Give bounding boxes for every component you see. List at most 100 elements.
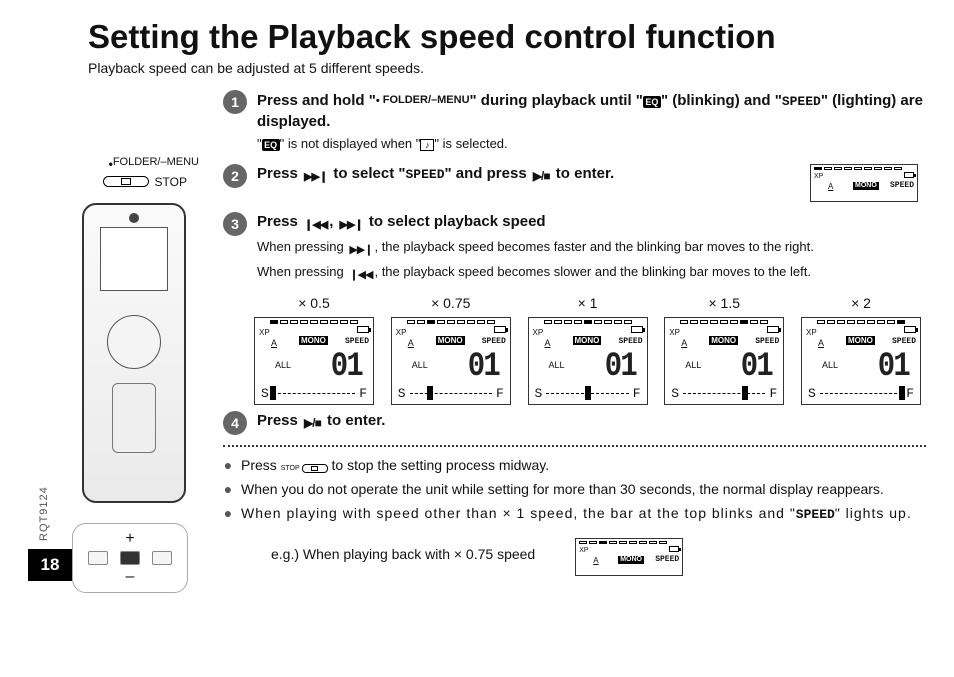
step-4-suffix: to enter. — [323, 412, 386, 429]
lcd-a-label: A — [828, 183, 833, 191]
lcd-a-label: A — [818, 338, 824, 348]
step-2-mid2: " and press — [445, 165, 531, 182]
speed-option-label: × 2 — [796, 295, 926, 311]
manual-page: Setting the Playback speed control funct… — [0, 0, 954, 677]
lcd-mono-label: MONO — [709, 336, 738, 345]
speed-option-lcd: XPMONOSPEEDAALL01SF — [801, 317, 921, 405]
skip-forward-icon — [340, 214, 363, 235]
step-3-number: 3 — [223, 212, 247, 236]
lcd-speed-label: SPEED — [618, 337, 642, 346]
note-1-prefix: Press — [241, 457, 281, 473]
lcd-speed-label: SPEED — [755, 337, 779, 346]
page-number: 18 — [28, 549, 72, 581]
speed-icon: SPEED — [782, 94, 821, 109]
skip-forward-icon — [304, 166, 327, 187]
device-stop-label: STOP — [155, 175, 187, 189]
music-folder-icon — [420, 139, 434, 151]
controls-illustration: + – — [72, 523, 188, 593]
speed-option-label: × 1.5 — [659, 295, 789, 311]
speed-option-label: × 0.75 — [386, 295, 516, 311]
lcd-a-label: A — [545, 338, 551, 348]
speed-option-lcd: XPMONOSPEEDAALL01SF — [254, 317, 374, 405]
lcd-all-label: ALL — [549, 360, 565, 370]
lcd-mono-label: MONO — [299, 336, 328, 345]
mini-lcd-step2: XP A MONO SPEED — [810, 164, 918, 202]
speed-option-lcd: XPMONOSPEEDAALL01SF — [664, 317, 784, 405]
step-3: 3 Press , to select playback speed When … — [223, 212, 926, 285]
speed-option-lcd: XPMONOSPEEDAALL01SF — [391, 317, 511, 405]
speed-marker — [742, 386, 748, 400]
lcd-mono-label: MONO — [436, 336, 465, 345]
step-3-title-mid: , — [329, 213, 337, 230]
lcd-xp-label: XP — [533, 328, 544, 337]
step-3-back-suffix: , the playback speed becomes slower and … — [374, 264, 810, 279]
step-4-prefix: Press — [257, 412, 302, 429]
lcd-all-label: ALL — [412, 360, 428, 370]
step-1-number: 1 — [223, 90, 247, 114]
note-2: ●When you do not operate the unit while … — [223, 479, 926, 499]
eq-icon: EQ — [262, 139, 280, 151]
lcd-all-label: ALL — [685, 360, 701, 370]
step-1-prefix: Press and hold " — [257, 92, 376, 109]
skip-back-icon — [349, 264, 372, 285]
step-3-back-prefix: When pressing — [257, 264, 347, 279]
lcd-a-label: A — [408, 338, 414, 348]
lcd-digits: 01 — [741, 348, 772, 386]
step-3-fwd-prefix: When pressing — [257, 239, 347, 254]
speed-option-1: × 0.75XPMONOSPEEDAALL01SF — [386, 295, 516, 405]
speed-option-3: × 1.5XPMONOSPEEDAALL01SF — [659, 295, 789, 405]
note-2-text: When you do not operate the unit while s… — [241, 479, 884, 499]
lcd-digits: 01 — [878, 348, 909, 386]
page-title: Setting the Playback speed control funct… — [88, 18, 926, 56]
lcd-a-label: A — [271, 338, 277, 348]
step-1-sub-prefix: " — [257, 136, 262, 151]
skip-forward-icon — [349, 239, 372, 260]
step-1-mid2: " (blinking) and " — [661, 92, 782, 109]
mini-lcd-example: XP A MONO SPEED — [575, 538, 683, 576]
lcd-xp-label: XP — [814, 173, 823, 181]
lcd-speed-label: SPEED — [892, 337, 916, 346]
folder-menu-text: FOLDER/–MENU — [113, 156, 199, 168]
step-3-title-prefix: Press — [257, 213, 302, 230]
dotted-separator — [223, 445, 926, 447]
lcd-all-label: ALL — [275, 360, 291, 370]
speed-icon: SPEED — [406, 167, 445, 182]
speed-option-0: × 0.5XPMONOSPEEDAALL01SF — [249, 295, 379, 405]
note-1: ● Press STOP to stop the setting process… — [223, 455, 926, 475]
lcd-a-label: A — [681, 338, 687, 348]
lcd-mono-label: MONO — [618, 556, 644, 564]
play-stop-icon — [304, 413, 321, 433]
device-stop-button-icon — [103, 176, 149, 187]
step-1-mid: " during playback until " — [470, 92, 643, 109]
speed-options-row: × 0.5XPMONOSPEEDAALL01SF× 0.75XPMONOSPEE… — [249, 295, 926, 405]
device-illustration — [82, 203, 186, 503]
battery-icon — [904, 172, 914, 178]
battery-icon — [494, 326, 506, 333]
step-1-sub-suffix: " is selected. — [434, 136, 507, 151]
lcd-mono-label: MONO — [846, 336, 875, 345]
sf-bar: SF — [535, 386, 641, 400]
lcd-speed-label: SPEED — [655, 556, 679, 564]
step-2-mid: to select " — [329, 165, 405, 182]
eq-icon: EQ — [643, 96, 661, 108]
example-line: e.g.) When playing back with × 0.75 spee… — [271, 531, 926, 576]
stop-button-icon: STOP — [281, 464, 328, 473]
notes-list: ● Press STOP to stop the setting process… — [223, 455, 926, 525]
lcd-all-label: ALL — [822, 360, 838, 370]
example-text: e.g.) When playing back with × 0.75 spee… — [271, 546, 535, 562]
battery-icon — [357, 326, 369, 333]
lcd-digits: 01 — [604, 348, 635, 386]
battery-icon — [631, 326, 643, 333]
battery-icon — [904, 326, 916, 333]
sf-bar: SF — [261, 386, 367, 400]
speed-marker — [899, 386, 905, 400]
step-4: 4 Press to enter. — [223, 411, 926, 435]
lcd-xp-label: XP — [579, 547, 588, 555]
device-column: •FOLDER/–MENU STOP + – RQT9124 18 — [28, 86, 223, 593]
speed-marker — [270, 386, 276, 400]
lcd-xp-label: XP — [806, 328, 817, 337]
skip-back-icon — [304, 214, 327, 235]
speed-option-2: × 1XPMONOSPEEDAALL01SF — [523, 295, 653, 405]
battery-icon — [767, 326, 779, 333]
speed-marker — [585, 386, 591, 400]
